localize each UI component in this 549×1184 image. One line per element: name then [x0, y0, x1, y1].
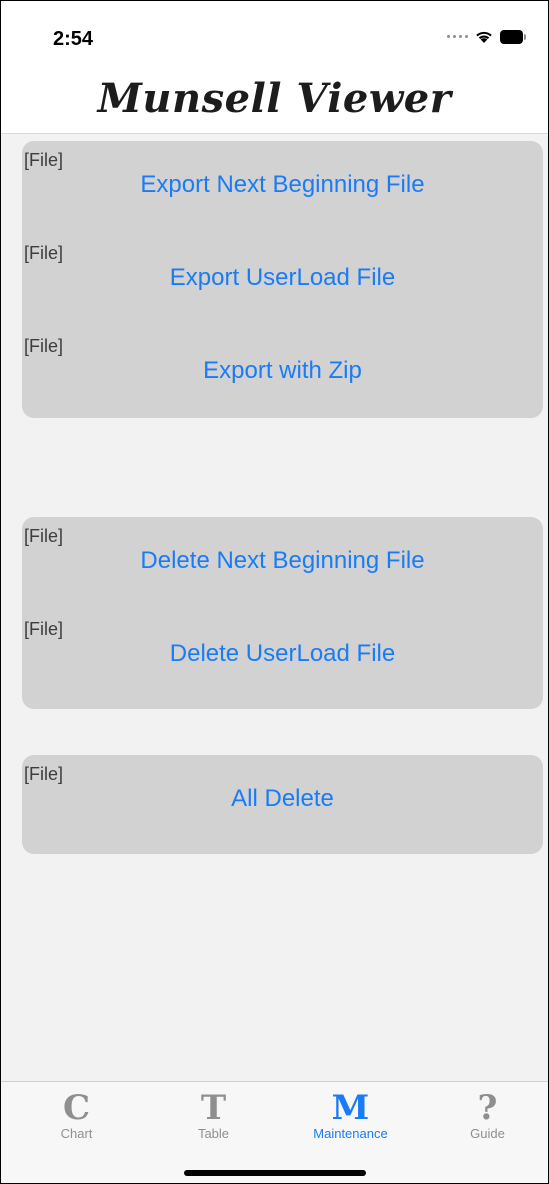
wifi-icon [476, 31, 492, 43]
export-next-beginning-row: [File] Export Next Beginning File [22, 141, 543, 233]
file-tag: [File] [24, 619, 64, 639]
export-with-zip-button[interactable]: Export with Zip [22, 357, 543, 385]
home-indicator[interactable] [183, 1170, 366, 1176]
tab-label: Guide [470, 1126, 505, 1141]
export-userload-row: [File] Export UserLoad File [22, 234, 543, 326]
file-tag: [File] [24, 336, 64, 356]
status-bar: 2:54 [1, 1, 548, 65]
tab-table[interactable]: T Table [145, 1082, 282, 1152]
tab-chart[interactable]: C Chart [8, 1082, 145, 1152]
guide-tab-icon: ? [477, 1088, 498, 1128]
export-next-beginning-file-button[interactable]: Export Next Beginning File [22, 171, 543, 199]
battery-icon [500, 29, 526, 44]
delete-next-beginning-file-button[interactable]: Delete Next Beginning File [22, 547, 543, 575]
status-icons [447, 29, 526, 44]
export-with-zip-row: [File] Export with Zip [22, 327, 543, 419]
table-tab-icon: T [200, 1088, 227, 1128]
all-delete-row: [File] All Delete [22, 755, 543, 847]
file-tag: [File] [24, 526, 64, 546]
tab-label: Table [197, 1126, 230, 1141]
file-tag: [File] [24, 764, 64, 784]
status-time: 2:54 [53, 28, 94, 50]
app-title: Munsell Viewer [97, 75, 452, 122]
tab-label: Maintenance [313, 1126, 388, 1141]
tab-label: Chart [60, 1126, 93, 1141]
delete-group: [File] Delete Next Beginning File [File]… [22, 517, 543, 709]
tab-guide[interactable]: ? Guide [419, 1082, 548, 1152]
all-delete-button[interactable]: All Delete [22, 785, 543, 813]
chart-tab-icon: C [62, 1088, 91, 1128]
export-group: [File] Export Next Beginning File [File]… [22, 141, 543, 418]
tab-maintenance[interactable]: M Maintenance [282, 1082, 419, 1152]
delete-next-beginning-row: [File] Delete Next Beginning File [22, 517, 543, 609]
maintenance-tab-icon: M [331, 1088, 370, 1128]
all-delete-group: [File] All Delete [22, 755, 543, 854]
file-tag: [File] [24, 150, 64, 170]
tab-bar: C Chart T Table M Maintenance ? Guide [1, 1081, 548, 1183]
maintenance-content: [File] Export Next Beginning File [File]… [1, 133, 548, 1081]
device-frame: 2:54 Munsell Viewer [File] Export Next B… [0, 0, 549, 1184]
file-tag: [File] [24, 243, 64, 263]
delete-userload-file-button[interactable]: Delete UserLoad File [22, 640, 543, 668]
signal-dots-icon [447, 35, 468, 38]
export-userload-file-button[interactable]: Export UserLoad File [22, 264, 543, 292]
delete-userload-row: [File] Delete UserLoad File [22, 610, 543, 702]
